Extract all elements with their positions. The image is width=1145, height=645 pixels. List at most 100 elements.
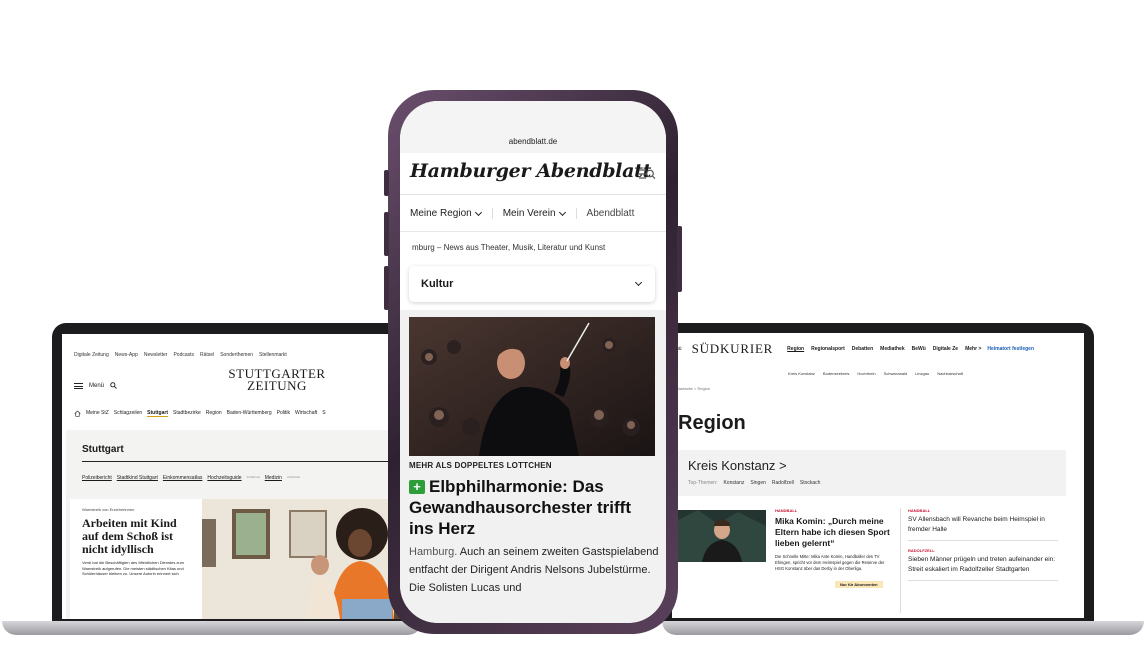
ab-nav-item[interactable]: Abendblatt: [577, 208, 646, 219]
stz-subnav-item[interactable]: Stadtkind Stuttgart: [117, 475, 158, 481]
phone-button: [384, 170, 389, 196]
sk-article-text: HANDBALL Mika Komin: „Durch meine Eltern…: [775, 508, 891, 591]
ab-nav: Meine Region Mein Verein Abendblatt: [400, 196, 666, 232]
sk-topic-link[interactable]: Singen: [750, 480, 766, 486]
sk-subnav-item[interactable]: Hochrhein: [857, 371, 875, 376]
sk-nav-item[interactable]: Regionalsport: [811, 346, 845, 352]
stz-nav-item[interactable]: Schlagzeilen: [114, 410, 142, 417]
chevron-down-icon: [634, 278, 643, 287]
ab-article-headline[interactable]: + Elbphilharmonie: Das Gewandhausorcheste…: [409, 476, 659, 539]
subscriber-badge: Nur für Abonnenten: [835, 580, 883, 588]
sk-nav-item[interactable]: Mediathek: [880, 346, 904, 352]
stz-nav-item[interactable]: S: [322, 410, 325, 417]
sk-subnav-item[interactable]: Nachbarschaft: [937, 371, 963, 376]
sk-topic-link[interactable]: Stockach: [800, 480, 821, 486]
sk-nav-item[interactable]: Digitale Ze: [933, 346, 958, 352]
sk-article-teaser: Die Schnelle Mitte: Mika Ante Komin, Han…: [775, 554, 885, 572]
sk-topic-link[interactable]: Radolfzell: [772, 480, 794, 486]
sk-kreis-link[interactable]: Kreis Konstanz >: [688, 458, 1056, 473]
stz-top-link[interactable]: Sonderthemen: [220, 352, 253, 358]
ab-nav-label: Abendblatt: [586, 208, 635, 219]
hamburger-icon: [74, 382, 83, 389]
stz-top-link[interactable]: Stellenmarkt: [259, 352, 287, 358]
ad-badge: ANZEIGE: [286, 475, 301, 479]
stz-section-title: Stuttgart: [82, 444, 402, 462]
stz-top-link[interactable]: Rätsel: [200, 352, 214, 358]
sk-subnav-item[interactable]: Linzgau: [915, 371, 929, 376]
stz-nav-item[interactable]: Meine StZ: [86, 410, 109, 417]
stz-menu-button[interactable]: Menü: [74, 382, 117, 389]
photo-mother-child-illustration: [202, 499, 412, 619]
ab-nav-label: Meine Region: [410, 208, 472, 219]
sk-side-articles: HANDBALL SV Allensbach will Revanche beim…: [908, 505, 1058, 585]
page-title: Region: [678, 412, 746, 434]
ab-nav-label: Mein Verein: [502, 208, 556, 219]
sk-nav-item[interactable]: Debatten: [852, 346, 873, 352]
sk-main-article[interactable]: HANDBALL Mika Komin: „Durch meine Eltern…: [678, 505, 894, 615]
stz-top-link[interactable]: Newsletter: [144, 352, 168, 358]
sk-logo[interactable]: SÜDKURIER: [692, 341, 774, 357]
sk-article-tag: HANDBALL: [775, 508, 798, 513]
sk-subnav-item[interactable]: Schwarzwald: [884, 371, 908, 376]
ad-badge: ANZEIGE: [246, 475, 260, 479]
sk-topic-link[interactable]: Konstanz: [723, 480, 744, 486]
sk-side-article[interactable]: RADOLFZELL Sieben Männer prügeln und tret…: [908, 545, 1058, 581]
sk-side-tag: RADOLFZELL: [908, 548, 935, 553]
stz-top-link[interactable]: Podcasts: [173, 352, 194, 358]
sk-side-headline[interactable]: Sieben Männer prügeln und treten aufeina…: [908, 555, 1058, 574]
home-icon[interactable]: [74, 410, 81, 417]
kultur-dropdown[interactable]: Kultur: [409, 266, 655, 302]
address-bar-url[interactable]: abendblatt.de: [400, 137, 666, 146]
sk-nav-item[interactable]: BeWü: [912, 346, 926, 352]
sk-article-photo[interactable]: [678, 510, 766, 562]
sk-side-article[interactable]: HANDBALL SV Allensbach will Revanche beim…: [908, 505, 1058, 541]
stz-top-link[interactable]: Digitale Zeitung: [74, 352, 109, 358]
ab-logo[interactable]: Hamburger Abendblatt: [410, 160, 651, 182]
stz-logo[interactable]: STUTTGARTER ZEITUNG: [212, 367, 342, 392]
stz-nav-item[interactable]: Region: [206, 410, 222, 417]
stz-nav-item[interactable]: Stadtbezirke: [173, 410, 201, 417]
sk-subnav-item[interactable]: Kreis Konstanz: [788, 371, 815, 376]
sk-header: nü SÜDKURIER Region Regionalsport Debatten…: [672, 341, 1084, 357]
stz-subnav-item[interactable]: Einkommensatlas: [163, 475, 202, 481]
laptop-base: [2, 621, 422, 635]
sk-article-headline[interactable]: Mika Komin: „Durch meine Eltern habe ich…: [775, 516, 891, 549]
ab-nav-item[interactable]: Meine Region: [400, 208, 493, 219]
stz-top-link[interactable]: News-App: [115, 352, 138, 358]
laptop-base: [662, 621, 1144, 635]
stz-article-photo[interactable]: [202, 499, 412, 619]
ab-article-photo[interactable]: [409, 317, 655, 456]
abendblatt-screen: abendblatt.de Hamburger Abendblatt Meine…: [400, 101, 666, 623]
stz-top-links: Digitale Zeitung News-App Newsletter Podcas…: [74, 352, 287, 358]
ab-nav-item[interactable]: Mein Verein: [493, 208, 577, 219]
sk-subnav-item[interactable]: Bodenseekreis: [823, 371, 849, 376]
stz-menu-label: Menü: [89, 382, 105, 389]
headline-text: Elbphilharmonie: Das Gewandhausorchester…: [409, 477, 631, 538]
phone-button: [384, 212, 389, 256]
search-icon[interactable]: [110, 382, 117, 389]
photo-handball-player: [678, 510, 766, 562]
sk-main-nav: Region Regionalsport Debatten Mediathek BeWü…: [787, 346, 981, 352]
menu-search-icon[interactable]: [638, 167, 656, 181]
sk-kreis-box: Kreis Konstanz > Top-Themen: Konstanz Sin…: [678, 450, 1066, 496]
phone-button: [384, 266, 389, 310]
divider: [900, 508, 901, 613]
stz-article-card[interactable]: Warnstreik von Erzieherinnen Arbeiten mi…: [70, 499, 202, 619]
sk-side-headline[interactable]: SV Allensbach will Revanche beim Heimspi…: [908, 515, 1058, 534]
stz-nav-item[interactable]: Politik: [277, 410, 290, 417]
stz-subnav-item[interactable]: Polizeibericht: [82, 475, 112, 481]
stz-article-headline[interactable]: Arbeiten mit Kind auf dem Schoß ist nich…: [82, 517, 190, 556]
ab-section-tagline: mburg – News aus Theater, Musik, Literat…: [412, 242, 606, 252]
stz-subnav-item[interactable]: Hochzeitsguide: [207, 475, 241, 481]
ab-article-kicker: MEHR ALS DOPPELTES LOTTCHEN: [409, 461, 552, 470]
stz-nav-item[interactable]: Baden-Württemberg: [227, 410, 272, 417]
stz-subnav-item[interactable]: Medizin: [265, 475, 282, 481]
breadcrumb[interactable]: Startseite > Region: [676, 386, 710, 391]
dropdown-label: Kultur: [421, 278, 454, 290]
stz-nav-item[interactable]: Stuttgart: [147, 410, 168, 417]
ab-article[interactable]: MEHR ALS DOPPELTES LOTTCHEN + Elbphilharm…: [409, 461, 659, 597]
sk-nav-item[interactable]: Mehr >: [965, 346, 981, 352]
sk-nav-item[interactable]: Region: [787, 346, 804, 352]
sk-heimatort-button[interactable]: Heimatort festlegen: [987, 346, 1034, 352]
stz-nav-item[interactable]: Wirtschaft: [295, 410, 317, 417]
